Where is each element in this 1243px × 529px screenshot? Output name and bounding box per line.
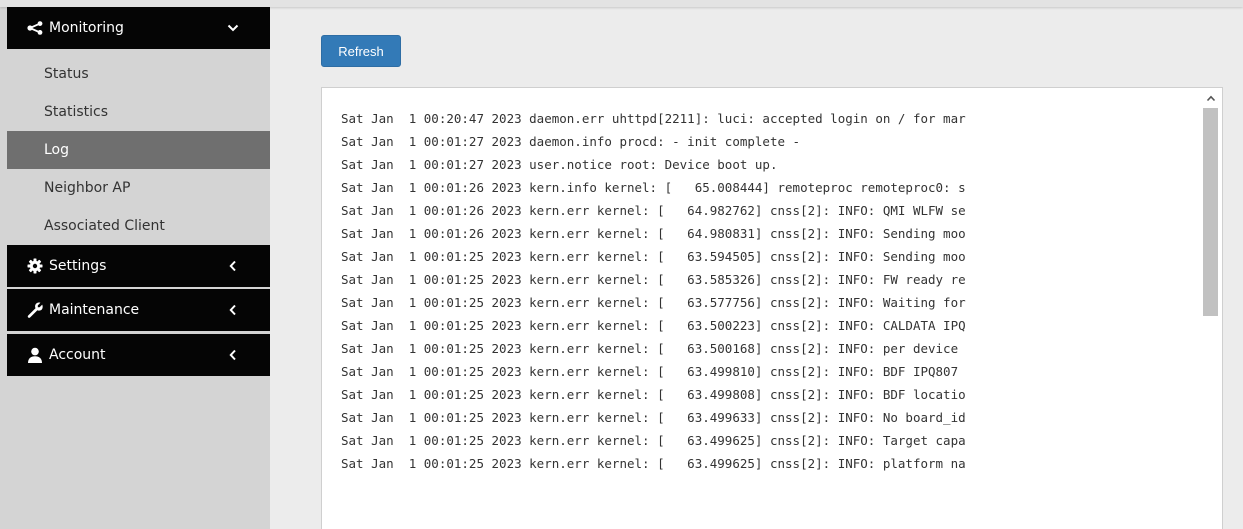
share-icon [27, 20, 43, 36]
log-line: Sat Jan 1 00:01:25 2023 kern.err kernel:… [341, 410, 966, 425]
log-scrollbar[interactable] [1199, 88, 1222, 529]
menu-monitoring[interactable]: Monitoring [7, 7, 270, 49]
top-bar [0, 0, 1243, 7]
scrollbar-thumb[interactable] [1203, 108, 1218, 316]
sidebar-item-log[interactable]: Log [7, 131, 270, 169]
log-line: Sat Jan 1 00:01:25 2023 kern.err kernel:… [341, 318, 966, 333]
menu-maintenance[interactable]: Maintenance [7, 289, 270, 331]
gear-icon [27, 258, 43, 274]
sidebar-item-neighbor-ap[interactable]: Neighbor AP [7, 169, 270, 207]
log-line: Sat Jan 1 00:01:26 2023 kern.info kernel… [341, 180, 966, 195]
log-line: Sat Jan 1 00:20:47 2023 daemon.err uhttp… [341, 111, 966, 126]
log-line: Sat Jan 1 00:01:25 2023 kern.err kernel:… [341, 295, 966, 310]
log-line: Sat Jan 1 00:01:25 2023 kern.err kernel:… [341, 272, 966, 287]
chevron-left-icon [226, 349, 240, 361]
refresh-button[interactable]: Refresh [321, 35, 401, 67]
menu-maintenance-label: Maintenance [49, 302, 140, 318]
chevron-left-icon [226, 304, 240, 316]
log-line: Sat Jan 1 00:01:25 2023 kern.err kernel:… [341, 387, 966, 402]
log-text-area: Sat Jan 1 00:20:47 2023 daemon.err uhttp… [341, 107, 1186, 475]
sidebar-item-associated-client[interactable]: Associated Client [7, 207, 270, 245]
log-line: Sat Jan 1 00:01:25 2023 kern.err kernel:… [341, 456, 966, 471]
sidebar-item-status[interactable]: Status [7, 55, 270, 93]
sidebar-item-statistics[interactable]: Statistics [7, 93, 270, 131]
chevron-down-icon [226, 24, 240, 32]
log-line: Sat Jan 1 00:01:26 2023 kern.err kernel:… [341, 226, 966, 241]
chevron-left-icon [226, 260, 240, 272]
sidebar-item-label: Statistics [44, 104, 108, 120]
log-line: Sat Jan 1 00:01:26 2023 kern.err kernel:… [341, 203, 966, 218]
log-line: Sat Jan 1 00:01:25 2023 kern.err kernel:… [341, 341, 959, 356]
log-line: Sat Jan 1 00:01:27 2023 daemon.info proc… [341, 134, 801, 149]
sidebar-item-label: Status [44, 66, 89, 82]
sidebar-item-label: Neighbor AP [44, 180, 131, 196]
sidebar-item-label: Associated Client [44, 218, 165, 234]
menu-settings[interactable]: Settings [7, 245, 270, 287]
log-line: Sat Jan 1 00:01:25 2023 kern.err kernel:… [341, 433, 966, 448]
sidebar: Monitoring Status Statistics Log Neighbo… [0, 0, 270, 529]
user-icon [27, 347, 43, 363]
menu-monitoring-label: Monitoring [49, 20, 124, 36]
menu-settings-label: Settings [49, 258, 107, 274]
wrench-icon [27, 302, 43, 318]
log-line: Sat Jan 1 00:01:25 2023 kern.err kernel:… [341, 364, 959, 379]
menu-account-label: Account [49, 347, 106, 363]
menu-account[interactable]: Account [7, 334, 270, 376]
log-line: Sat Jan 1 00:01:25 2023 kern.err kernel:… [341, 249, 966, 264]
log-line: Sat Jan 1 00:01:27 2023 user.notice root… [341, 157, 778, 172]
scroll-up-arrow-icon[interactable] [1199, 88, 1222, 108]
log-panel: Sat Jan 1 00:20:47 2023 daemon.err uhttp… [321, 87, 1223, 529]
sidebar-item-label: Log [44, 142, 70, 158]
